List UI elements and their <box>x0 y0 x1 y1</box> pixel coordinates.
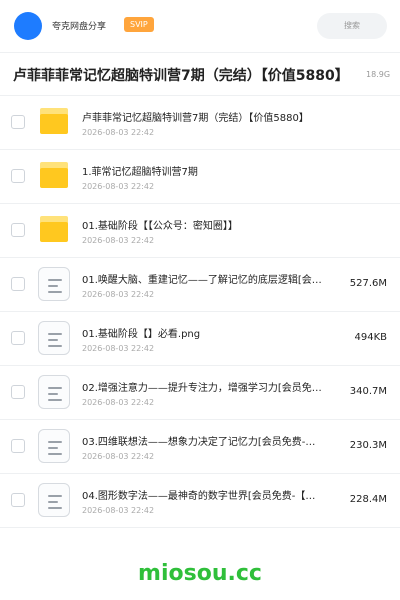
row-checkbox[interactable] <box>11 331 25 345</box>
row-checkbox[interactable] <box>11 169 25 183</box>
row-checkbox[interactable] <box>11 439 25 453</box>
folder-icon <box>40 216 68 242</box>
document-icon <box>38 483 70 517</box>
svip-badge: SVIP <box>124 17 154 32</box>
document-icon <box>38 429 70 463</box>
file-row[interactable]: 04.图形数字法——最神奇的数字世界[会员免费-【… 2026-08-03 22:… <box>0 474 400 528</box>
file-row[interactable]: 01.基础阶段【】必看.png 2026-08-03 22:42 494KB <box>0 312 400 366</box>
folder-row[interactable]: 1.菲常记忆超脑特训营7期 2026-08-03 22:42 <box>0 150 400 204</box>
item-date: 2026-08-03 22:42 <box>82 452 155 461</box>
item-date: 2026-08-03 22:42 <box>82 128 155 137</box>
folder-icon <box>40 108 68 134</box>
row-checkbox[interactable] <box>11 385 25 399</box>
item-date: 2026-08-03 22:42 <box>82 398 155 407</box>
item-date: 2026-08-03 22:42 <box>82 182 155 191</box>
document-icon <box>38 375 70 409</box>
folder-row[interactable]: 卢菲菲常记忆超脑特训营7期（完结）【价值5880】 2026-08-03 22:4… <box>0 96 400 150</box>
item-date: 2026-08-03 22:42 <box>82 506 155 515</box>
item-name: 01.基础阶段【【公众号：密知圈】】 <box>82 221 238 232</box>
item-size: 230.3M <box>349 440 387 451</box>
item-size: 340.7M <box>349 386 387 397</box>
row-checkbox[interactable] <box>11 223 25 237</box>
total-size: 18.9G <box>366 70 391 79</box>
item-name: 04.图形数字法——最神奇的数字世界[会员免费-【… <box>82 491 316 502</box>
item-name: 01.唤醒大脑、重建记忆——了解记忆的底层逻辑[会… <box>82 275 322 286</box>
item-date: 2026-08-03 22:42 <box>82 344 155 353</box>
item-date: 2026-08-03 22:42 <box>82 236 155 245</box>
item-name: 1.菲常记忆超脑特训营7期 <box>82 167 198 178</box>
document-icon <box>38 321 70 355</box>
folder-icon <box>40 162 68 188</box>
header: 夸克网盘分享 SVIP 搜索 <box>0 0 400 52</box>
folder-row[interactable]: 01.基础阶段【【公众号：密知圈】】 2026-08-03 22:42 <box>0 204 400 258</box>
item-size: 527.6M <box>349 278 387 289</box>
item-name: 03.四维联想法——想象力决定了记忆力[会员免费-… <box>82 437 316 448</box>
row-checkbox[interactable] <box>11 277 25 291</box>
file-row[interactable]: 03.四维联想法——想象力决定了记忆力[会员免费-… 2026-08-03 22:… <box>0 420 400 474</box>
item-size: 228.4M <box>349 494 387 505</box>
file-row[interactable]: 01.唤醒大脑、重建记忆——了解记忆的底层逻辑[会… 2026-08-03 22:… <box>0 258 400 312</box>
search-button[interactable]: 搜索 <box>317 13 387 39</box>
item-name: 02.增强注意力——提升专注力，增强学习力[会员免… <box>82 383 322 394</box>
watermark: miosou.cc <box>138 561 262 586</box>
item-name: 卢菲菲常记忆超脑特训营7期（完结）【价值5880】 <box>82 113 309 124</box>
row-checkbox[interactable] <box>11 493 25 507</box>
item-name: 01.基础阶段【】必看.png <box>82 329 201 340</box>
title-bar: 卢菲菲菲常记忆超脑特训营7期（完结）【价值5880】 18.9G <box>0 52 400 96</box>
file-row[interactable]: 02.增强注意力——提升专注力，增强学习力[会员免… 2026-08-03 22:… <box>0 366 400 420</box>
item-date: 2026-08-03 22:42 <box>82 290 155 299</box>
row-checkbox[interactable] <box>11 115 25 129</box>
page-title: 卢菲菲菲常记忆超脑特训营7期（完结）【价值5880】 <box>13 68 349 84</box>
user-name: 夸克网盘分享 <box>52 22 107 32</box>
avatar[interactable] <box>14 12 42 40</box>
item-size: 494KB <box>354 332 387 343</box>
document-icon <box>38 267 70 301</box>
